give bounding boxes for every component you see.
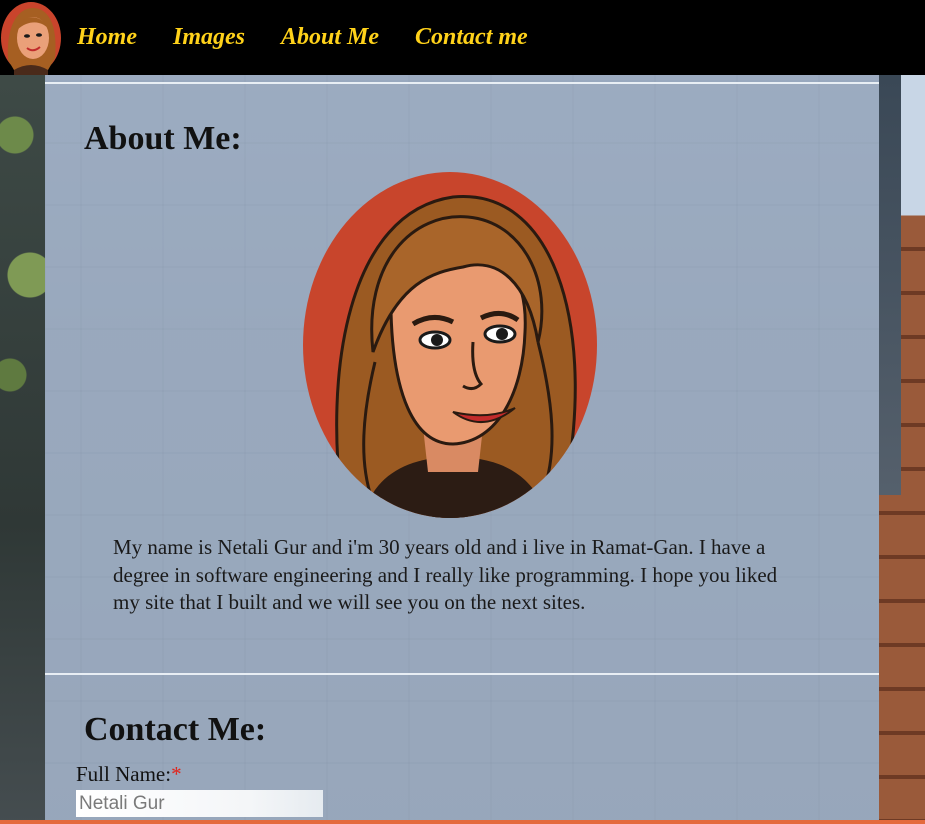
nav-images-link[interactable]: Images	[173, 24, 245, 51]
bottom-accent-line	[0, 820, 925, 824]
background-left	[0, 75, 45, 824]
background-right	[879, 75, 925, 824]
portrait-illustration-icon	[303, 172, 597, 518]
about-bio-text: My name is Netali Gur and i'm 30 years o…	[113, 535, 778, 614]
full-name-label-text: Full Name:	[76, 762, 172, 786]
section-divider-top	[45, 82, 879, 84]
profile-portrait	[303, 172, 597, 518]
nav-contact-link[interactable]: Contact me	[415, 24, 528, 51]
full-name-input[interactable]	[76, 790, 323, 817]
main-nav: Home Images About Me Contact me	[77, 24, 564, 51]
avatar-logo[interactable]	[0, 0, 62, 75]
nav-about-link[interactable]: About Me	[281, 24, 379, 51]
contact-heading: Contact Me:	[84, 711, 267, 748]
full-name-label: Full Name:*	[76, 762, 182, 787]
required-asterisk: *	[171, 762, 182, 786]
about-heading: About Me:	[84, 120, 242, 157]
section-divider-contact	[45, 673, 879, 675]
background-tower	[879, 75, 901, 495]
nav-home-link[interactable]: Home	[77, 24, 137, 51]
site-header: Home Images About Me Contact me	[0, 0, 925, 75]
avatar-logo-icon	[1, 2, 61, 75]
